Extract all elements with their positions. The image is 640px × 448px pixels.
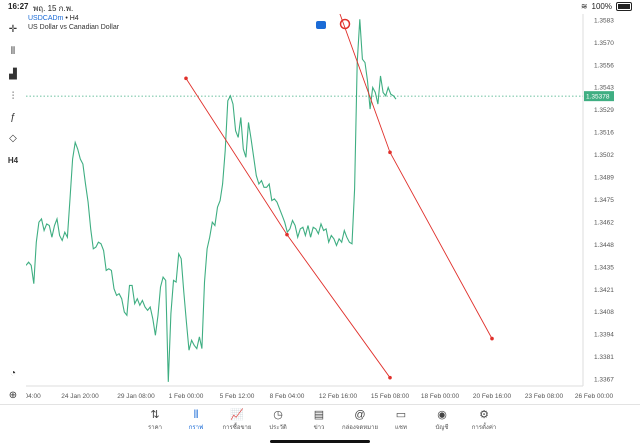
price-tick-label: 1.34485 xyxy=(594,242,614,249)
buy-sell-icon xyxy=(316,21,326,29)
price-tick-label: 1.35160 xyxy=(594,130,614,137)
news-icon: ▤ xyxy=(313,409,325,421)
tab-news[interactable]: ▤ ข่าว xyxy=(299,408,339,432)
tab-history[interactable]: ◷ ประวัติ xyxy=(258,408,298,432)
status-time: 16:27 xyxy=(8,2,29,11)
time-tick-label: 5 Feb 12:00 xyxy=(220,393,255,400)
price-tick-label: 1.33945 xyxy=(594,332,614,339)
time-tick-label: 24 Jan 20:00 xyxy=(61,393,99,400)
battery-icon xyxy=(616,2,632,11)
tab-account[interactable]: ◉ บัญชี xyxy=(422,408,462,432)
tab-label: การตั้งค่า xyxy=(471,425,497,431)
tab-label: ประวัติ xyxy=(269,425,287,431)
time-tick-label: 12 Feb 16:00 xyxy=(319,393,358,400)
price-tick-label: 1.34890 xyxy=(594,175,614,182)
chart-toolbar: ✛ ⫴ ▟ ⫶ ƒ ◇ H4 ◔ ⊕ xyxy=(0,14,26,402)
tab-label: ข่าว xyxy=(313,425,325,431)
trendline-anchor xyxy=(388,150,392,155)
settings-icon: ⚙ xyxy=(479,409,489,421)
price-tick-label: 1.34620 xyxy=(594,219,614,226)
time-tick-label: 29 Jan 08:00 xyxy=(117,393,155,400)
function-icon[interactable]: ƒ xyxy=(6,110,20,124)
home-indicator xyxy=(270,440,370,443)
tab-label: การซื้อขาย xyxy=(222,425,252,431)
time-tick-label: 23 Feb 08:00 xyxy=(525,393,564,400)
time-tick-label: 20 Feb 16:00 xyxy=(473,393,512,400)
wifi-icon: ≋ xyxy=(580,2,588,11)
trendline xyxy=(185,78,391,378)
price-tick-label: 1.34215 xyxy=(594,287,614,294)
tab-label: บัญชี xyxy=(435,425,449,431)
tab-label: กราฟ xyxy=(188,425,204,431)
crosshair-icon[interactable]: ✛ xyxy=(6,22,20,36)
tab-quotes[interactable]: ⇅ ราคา xyxy=(135,408,175,432)
status-bar: 16:27 พฤ. 15 ก.พ. ≋ 100% xyxy=(0,0,640,13)
price-tick-label: 1.35430 xyxy=(594,85,614,92)
tab-label: ราคา xyxy=(148,425,162,431)
price-chart[interactable]: 1.35835 1.35700 1.35565 1.35430 1.35295 1.351… xyxy=(26,14,614,402)
price-tick-label: 1.35700 xyxy=(594,40,614,47)
current-price-label: 1.35378 xyxy=(586,93,610,100)
price-tick-label: 1.33675 xyxy=(594,377,614,384)
trendline-anchor xyxy=(285,232,289,237)
price-tick-label: 1.35295 xyxy=(594,107,614,114)
time-tick-label: 15 Feb 08:00 xyxy=(371,393,410,400)
tab-mailbox[interactable]: @ กล่องจดหมาย xyxy=(340,408,380,432)
time-tick-label: 26 Feb 00:00 xyxy=(575,393,614,400)
price-tick-label: 1.34350 xyxy=(594,264,614,271)
price-tick-label: 1.33810 xyxy=(594,354,614,361)
quotes-icon: ⇅ xyxy=(150,409,160,421)
timeframe-label[interactable]: H4 xyxy=(6,153,20,167)
tab-label: แชท xyxy=(395,425,407,431)
trendline xyxy=(339,14,493,339)
indicator-icon[interactable]: ▟ xyxy=(6,67,20,81)
shapes-icon[interactable]: ◇ xyxy=(6,131,20,145)
chart-icon: ⫴ xyxy=(193,409,199,421)
price-series-line xyxy=(26,19,397,382)
price-tick-label: 1.34080 xyxy=(594,309,614,316)
price-tick-label: 1.35835 xyxy=(594,17,614,24)
history-icon: ◷ xyxy=(273,409,283,421)
tab-label: กล่องจดหมาย xyxy=(341,425,379,431)
time-tick-label: 18 Feb 00:00 xyxy=(421,393,460,400)
tab-trade[interactable]: 📈 การซื้อขาย xyxy=(217,408,257,432)
app-logo-icon[interactable]: ⊕ xyxy=(6,388,20,402)
time-tick-label: 22 Jan 04:00 xyxy=(26,393,41,400)
trendline-anchor xyxy=(184,76,188,81)
price-tick-label: 1.35025 xyxy=(594,152,614,159)
battery-label: 100% xyxy=(591,2,612,11)
alert-icon[interactable]: ◔ xyxy=(6,366,20,380)
time-tick-label: 8 Feb 04:00 xyxy=(270,393,305,400)
account-icon: ◉ xyxy=(437,409,447,421)
trendline-anchor xyxy=(388,375,392,380)
candlestick-icon[interactable]: ⫴ xyxy=(6,44,20,58)
tab-chat[interactable]: ▭ แชท xyxy=(381,408,421,432)
mailbox-icon: @ xyxy=(354,409,366,421)
price-tick-label: 1.35565 xyxy=(594,62,614,69)
objects-icon[interactable]: ⫶ xyxy=(6,89,20,103)
trade-icon: 📈 xyxy=(230,409,244,421)
price-tick-label: 1.34755 xyxy=(594,197,614,204)
trendline-anchor xyxy=(490,336,494,341)
status-right: ≋ 100% xyxy=(581,2,632,11)
tab-settings[interactable]: ⚙ การตั้งค่า xyxy=(464,408,504,432)
time-tick-label: 1 Feb 00:00 xyxy=(169,393,204,400)
tab-chart[interactable]: ⫴ กราฟ xyxy=(176,408,216,432)
chat-icon: ▭ xyxy=(395,409,407,421)
